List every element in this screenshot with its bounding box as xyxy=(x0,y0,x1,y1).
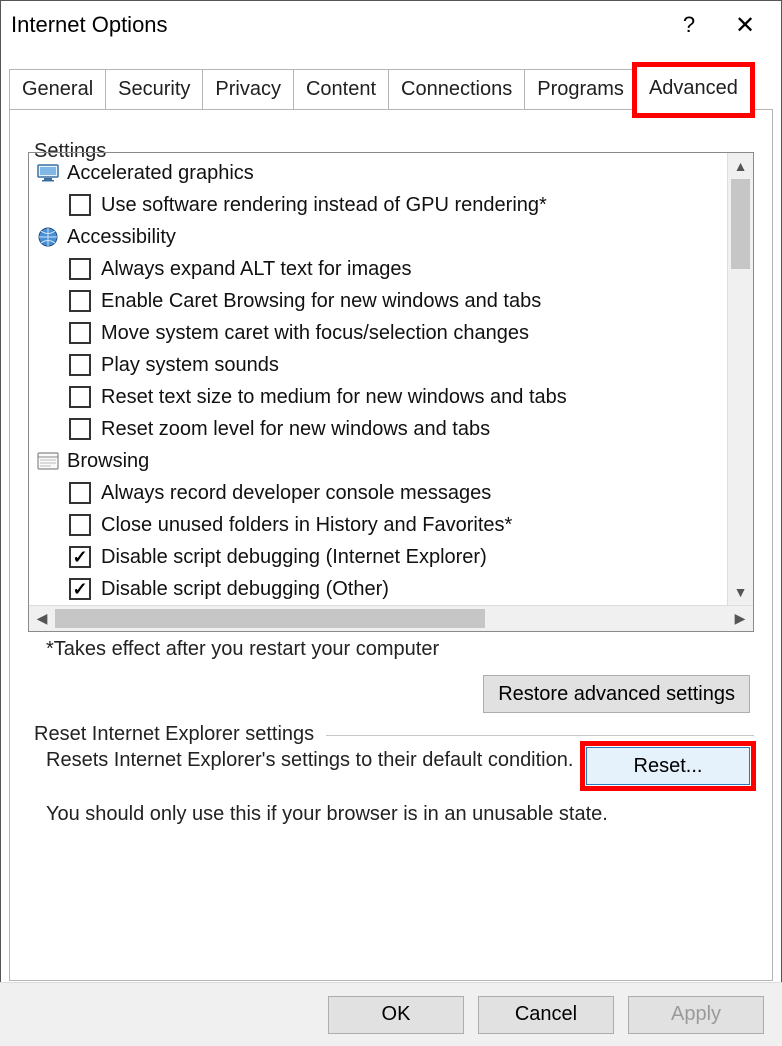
close-icon: ✕ xyxy=(735,11,755,40)
tab-security[interactable]: Security xyxy=(105,69,203,109)
tab-label: Advanced xyxy=(649,77,738,100)
settings-category[interactable]: Browsing xyxy=(37,445,725,477)
tab-connections[interactable]: Connections xyxy=(388,69,525,109)
checkbox[interactable] xyxy=(69,194,91,216)
settings-footnote: *Takes effect after you restart your com… xyxy=(46,638,754,661)
reset-group-label: Reset Internet Explorer settings xyxy=(30,723,318,746)
settings-tree-box: Accelerated graphicsUse software renderi… xyxy=(28,152,754,632)
option-label: Enable Caret Browsing for new windows an… xyxy=(101,285,541,317)
title-bar: Internet Options ? ✕ xyxy=(1,1,781,49)
category-label: Browsing xyxy=(67,445,149,477)
tab-general[interactable]: General xyxy=(9,69,106,109)
settings-option[interactable]: Always expand ALT text for images xyxy=(69,253,725,285)
tab-content[interactable]: Content xyxy=(293,69,389,109)
browsing-icon xyxy=(37,451,59,471)
category-label: Accessibility xyxy=(67,221,176,253)
option-label: Disable script debugging (Other) xyxy=(101,573,389,605)
settings-option[interactable]: Play system sounds xyxy=(69,349,725,381)
checkbox[interactable] xyxy=(69,354,91,376)
scroll-track[interactable] xyxy=(728,179,753,579)
checkbox[interactable] xyxy=(69,514,91,536)
option-label: Play system sounds xyxy=(101,349,279,381)
settings-option[interactable]: Close unused folders in History and Favo… xyxy=(69,509,725,541)
settings-option[interactable]: Enable Caret Browsing for new windows an… xyxy=(69,285,725,317)
horizontal-scrollbar[interactable]: ◀ ▶ xyxy=(29,605,753,631)
scroll-track[interactable] xyxy=(55,606,727,631)
help-icon: ? xyxy=(683,12,695,38)
tab-panel-advanced: Settings Accelerated graphicsUse softwar… xyxy=(9,109,773,981)
reset-hint: You should only use this if your browser… xyxy=(28,803,754,826)
button-label: Restore advanced settings xyxy=(498,683,735,705)
tab-label: Security xyxy=(118,78,190,101)
settings-option[interactable]: Disable script debugging (Internet Explo… xyxy=(69,541,725,573)
button-label: Cancel xyxy=(515,1003,577,1025)
reset-group: Reset Internet Explorer settings Resets … xyxy=(28,735,754,826)
settings-option[interactable]: Disable script debugging (Other) xyxy=(69,573,725,605)
option-label: Reset zoom level for new windows and tab… xyxy=(101,413,490,445)
checkbox[interactable] xyxy=(69,482,91,504)
checkbox[interactable] xyxy=(69,322,91,344)
apply-button[interactable]: Apply xyxy=(628,996,764,1034)
checkbox[interactable] xyxy=(69,578,91,600)
tab-label: Programs xyxy=(537,78,624,101)
scroll-thumb[interactable] xyxy=(731,179,750,269)
restore-advanced-settings-button[interactable]: Restore advanced settings xyxy=(483,675,750,713)
option-label: Close unused folders in History and Favo… xyxy=(101,509,512,541)
tab-programs[interactable]: Programs xyxy=(524,69,637,109)
settings-option[interactable]: Reset text size to medium for new window… xyxy=(69,381,725,413)
reset-button[interactable]: Reset... xyxy=(586,747,750,785)
help-button[interactable]: ? xyxy=(661,5,717,45)
scroll-up-arrow-icon[interactable]: ▲ xyxy=(728,153,753,179)
option-label: Always record developer console messages xyxy=(101,477,491,509)
scroll-right-arrow-icon[interactable]: ▶ xyxy=(727,606,753,631)
cancel-button[interactable]: Cancel xyxy=(478,996,614,1034)
settings-tree[interactable]: Accelerated graphicsUse software renderi… xyxy=(29,153,727,605)
option-label: Reset text size to medium for new window… xyxy=(101,381,567,413)
option-label: Move system caret with focus/selection c… xyxy=(101,317,529,349)
tab-label: Connections xyxy=(401,78,512,101)
checkbox[interactable] xyxy=(69,546,91,568)
button-label: Apply xyxy=(671,1003,721,1025)
ok-button[interactable]: OK xyxy=(328,996,464,1034)
tab-strip: General Security Privacy Content Connect… xyxy=(1,49,781,109)
tab-label: Privacy xyxy=(215,78,281,101)
settings-category[interactable]: Accelerated graphics xyxy=(37,157,725,189)
option-label: Disable script debugging (Internet Explo… xyxy=(101,541,487,573)
settings-option[interactable]: Always record developer console messages xyxy=(69,477,725,509)
tab-label: General xyxy=(22,78,93,101)
button-label: Reset... xyxy=(634,755,703,777)
settings-option[interactable]: Move system caret with focus/selection c… xyxy=(69,317,725,349)
vertical-scrollbar[interactable]: ▲ ▼ xyxy=(727,153,753,605)
scroll-down-arrow-icon[interactable]: ▼ xyxy=(728,579,753,605)
monitor-icon xyxy=(37,163,59,183)
option-label: Use software rendering instead of GPU re… xyxy=(101,189,547,221)
globe-icon xyxy=(37,227,59,247)
category-label: Accelerated graphics xyxy=(67,157,254,189)
settings-option[interactable]: Reset zoom level for new windows and tab… xyxy=(69,413,725,445)
button-label: OK xyxy=(382,1003,411,1025)
tab-privacy[interactable]: Privacy xyxy=(202,69,294,109)
checkbox[interactable] xyxy=(69,386,91,408)
settings-option[interactable]: Use software rendering instead of GPU re… xyxy=(69,189,725,221)
settings-category[interactable]: Accessibility xyxy=(37,221,725,253)
settings-group: Settings Accelerated graphicsUse softwar… xyxy=(28,152,754,713)
dialog-footer: OK Cancel Apply xyxy=(0,982,782,1046)
window-title: Internet Options xyxy=(11,12,661,38)
group-rule xyxy=(326,735,754,736)
scroll-left-arrow-icon[interactable]: ◀ xyxy=(29,606,55,631)
scroll-thumb[interactable] xyxy=(55,609,485,628)
close-button[interactable]: ✕ xyxy=(717,5,773,45)
tab-advanced[interactable]: Advanced xyxy=(636,66,751,110)
checkbox[interactable] xyxy=(69,418,91,440)
checkbox[interactable] xyxy=(69,290,91,312)
tab-label: Content xyxy=(306,78,376,101)
checkbox[interactable] xyxy=(69,258,91,280)
option-label: Always expand ALT text for images xyxy=(101,253,412,285)
reset-description: Resets Internet Explorer's settings to t… xyxy=(28,747,574,774)
